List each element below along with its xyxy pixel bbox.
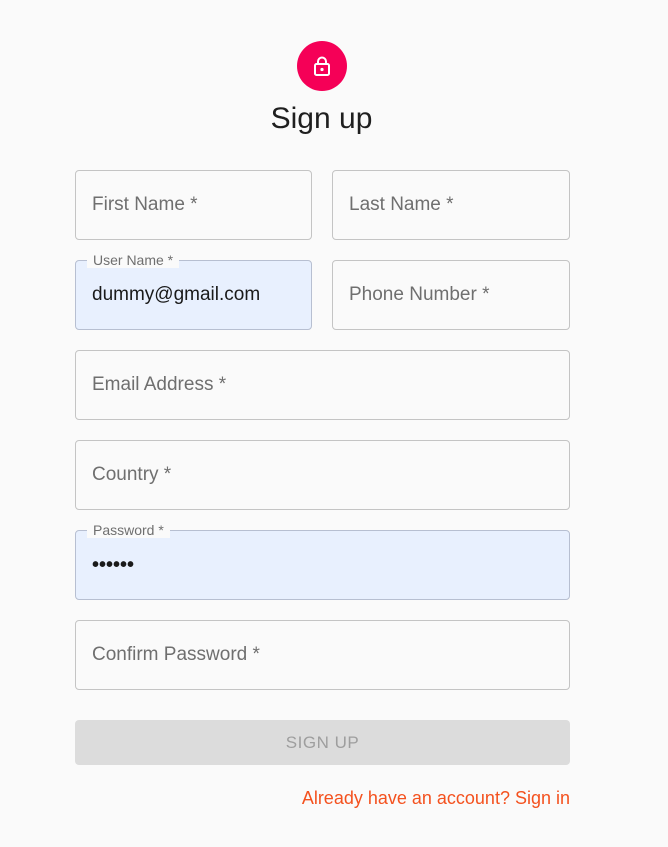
country-field[interactable]: Country * [75, 440, 570, 510]
lock-outline-icon [314, 56, 330, 76]
first-name-placeholder: First Name * [92, 194, 198, 215]
email-placeholder: Email Address * [92, 374, 227, 395]
signup-page: Sign up First Name * Last Name * User Na… [0, 0, 668, 847]
page-title: Sign up [270, 102, 373, 135]
last-name-placeholder: Last Name * [349, 194, 454, 215]
password-field[interactable]: Password * •••••• [75, 522, 570, 600]
password-value: •••••• [92, 554, 135, 576]
sign-up-button[interactable]: SIGN UP [75, 720, 570, 765]
user-name-value: dummy@gmail.com [92, 284, 261, 305]
first-name-field[interactable]: First Name * [75, 170, 312, 240]
email-field[interactable]: Email Address * [75, 350, 570, 420]
confirm-password-field[interactable]: Confirm Password * [75, 620, 570, 690]
phone-number-placeholder: Phone Number * [349, 284, 490, 305]
phone-number-field[interactable]: Phone Number * [332, 260, 570, 330]
confirm-password-placeholder: Confirm Password * [92, 644, 260, 665]
avatar [297, 41, 347, 91]
sign-in-link[interactable]: Already have an account? Sign in [302, 786, 570, 810]
country-placeholder: Country * [92, 464, 172, 485]
user-name-field[interactable]: User Name * dummy@gmail.com [75, 252, 312, 330]
last-name-field[interactable]: Last Name * [332, 170, 570, 240]
